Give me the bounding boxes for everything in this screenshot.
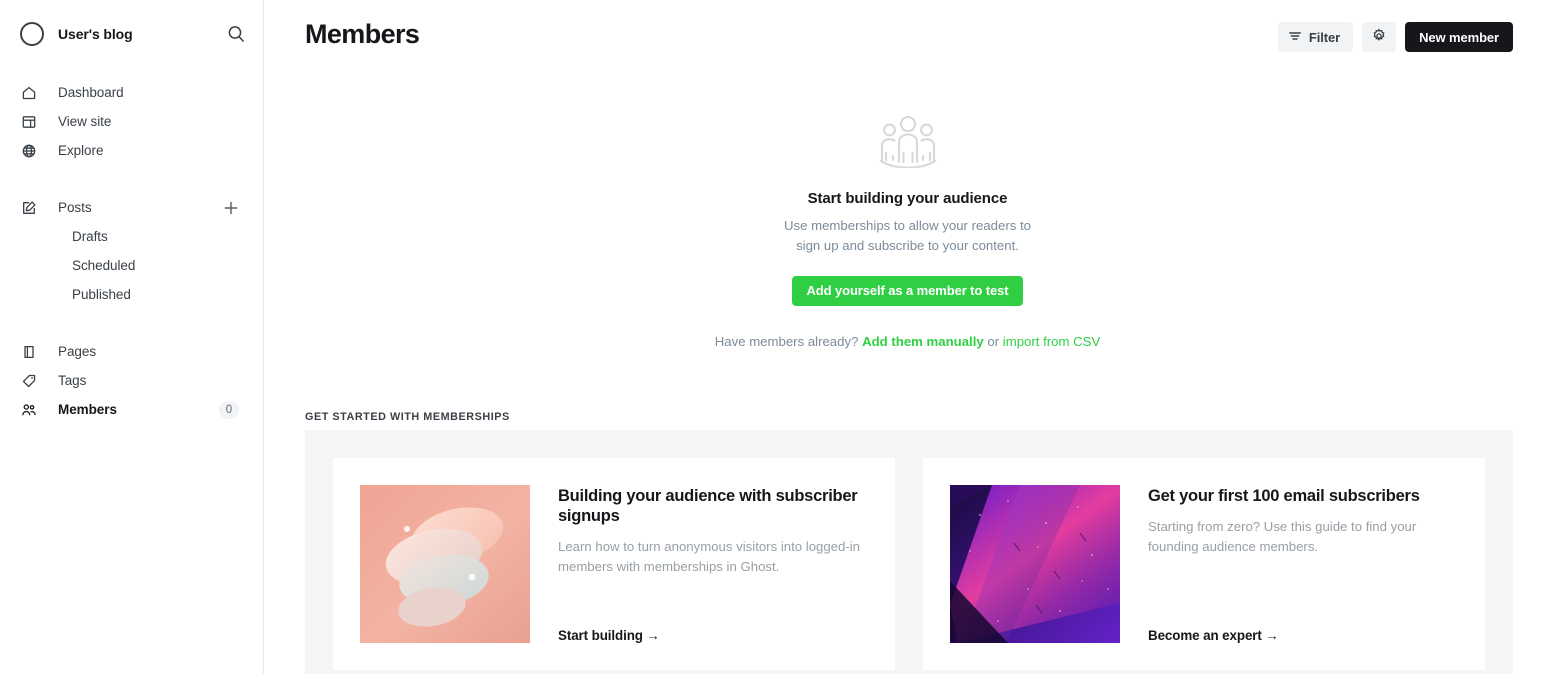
empty-state: Start building your audience Use members… [264, 70, 1551, 349]
get-started-card[interactable]: Get your first 100 email subscribers Sta… [923, 457, 1485, 670]
peach-discs-image [360, 484, 530, 643]
filter-icon [1288, 29, 1302, 46]
nav-group-primary: Dashboard View site Explore [0, 78, 263, 165]
filter-button-label: Filter [1308, 29, 1341, 45]
get-started-card-body: Get your first 100 email subscribers Sta… [1148, 485, 1458, 643]
become-an-expert-link[interactable]: Become an expert → [1148, 628, 1458, 643]
nav-group-content: Pages Tags Members 0 [0, 337, 263, 424]
empty-state-footer-prefix: Have members already? [714, 333, 863, 349]
get-started-section: GET STARTED WITH MEMBERSHIPS Building yo… [264, 411, 1551, 674]
layout-icon [20, 113, 38, 131]
empty-state-footer: Have members already? Add them manually … [264, 334, 1551, 349]
sidebar-item-tags[interactable]: Tags [14, 366, 249, 395]
sidebar-item-label: Dashboard [58, 85, 124, 100]
get-started-card-body: Building your audience with subscriber s… [558, 485, 868, 643]
edit-box-icon [20, 199, 38, 217]
sidebar-item-label: Pages [58, 344, 97, 359]
empty-state-heading: Start building your audience [807, 190, 1008, 207]
page-header: Members Filter New member [264, 0, 1551, 70]
empty-state-cta-wrap: Add yourself as a member to test [264, 257, 1551, 306]
sidebar-item-label: Scheduled [72, 258, 136, 273]
add-yourself-as-member-button[interactable]: Add yourself as a member to test [791, 275, 1024, 306]
sidebar-item-label: View site [58, 114, 112, 129]
globe-icon [20, 142, 38, 160]
plus-icon[interactable] [223, 200, 239, 216]
sidebar-item-members[interactable]: Members 0 [14, 395, 249, 424]
avatar [20, 22, 44, 46]
home-icon [20, 84, 38, 102]
new-member-button[interactable]: New member [1405, 22, 1513, 52]
purple-aurora-image [950, 484, 1120, 643]
page-title: Members [305, 19, 420, 49]
sidebar-item-view-site[interactable]: View site [14, 107, 249, 136]
get-started-card-description: Starting from zero? Use this guide to fi… [1148, 519, 1417, 555]
sidebar-item-dashboard[interactable]: Dashboard [14, 78, 249, 107]
add-them-manually-link[interactable]: Add them manually [862, 334, 984, 349]
get-started-card-title: Get your first 100 email subscribers [1148, 486, 1420, 505]
get-started-panel: Building your audience with subscriber s… [305, 429, 1513, 674]
sidebar-item-scheduled[interactable]: Scheduled [14, 251, 249, 280]
sidebar-item-explore[interactable]: Explore [14, 136, 249, 165]
get-started-card[interactable]: Building your audience with subscriber s… [333, 457, 895, 670]
tag-icon [20, 372, 38, 390]
get-started-card-title: Building your audience with subscriber s… [558, 486, 858, 526]
members-icon [20, 401, 38, 419]
sidebar: User's blog Dashboard View site Explore … [0, 0, 264, 674]
nav-group-posts: Posts Drafts Scheduled Published [0, 193, 263, 309]
sidebar-item-pages[interactable]: Pages [14, 337, 249, 366]
main-content: Members Filter New member Start building… [264, 0, 1551, 674]
pages-icon [20, 343, 38, 361]
sidebar-item-drafts[interactable]: Drafts [14, 222, 249, 251]
sidebar-item-published[interactable]: Published [14, 280, 249, 309]
settings-button[interactable] [1362, 22, 1397, 52]
empty-state-description: Use memberships to allow your readers to… [783, 218, 1031, 254]
get-started-label: GET STARTED WITH MEMBERSHIPS [305, 410, 510, 423]
search-icon[interactable] [225, 23, 247, 45]
header-actions: Filter New member [1277, 14, 1513, 52]
import-from-csv-link[interactable]: import from CSV [1003, 334, 1100, 349]
sidebar-item-label: Drafts [72, 229, 108, 244]
blog-title[interactable]: User's blog [58, 26, 225, 42]
empty-state-footer-separator: or [983, 333, 1003, 349]
sidebar-item-label: Posts [58, 200, 92, 215]
sidebar-item-label: Tags [58, 373, 87, 388]
gear-icon [1371, 28, 1387, 47]
sidebar-item-posts[interactable]: Posts [14, 193, 249, 222]
filter-button[interactable]: Filter [1277, 22, 1354, 52]
sidebar-item-label: Explore [58, 143, 104, 158]
sidebar-header: User's blog [0, 0, 263, 68]
app-root: User's blog Dashboard View site Explore … [0, 0, 1551, 674]
sidebar-item-label: Published [72, 287, 131, 302]
get-started-card-description: Learn how to turn anonymous visitors int… [558, 539, 861, 575]
members-count-badge: 0 [219, 400, 239, 419]
members-group-icon [264, 112, 1551, 168]
sidebar-item-label: Members [58, 402, 117, 417]
start-building-link[interactable]: Start building → [558, 628, 868, 643]
